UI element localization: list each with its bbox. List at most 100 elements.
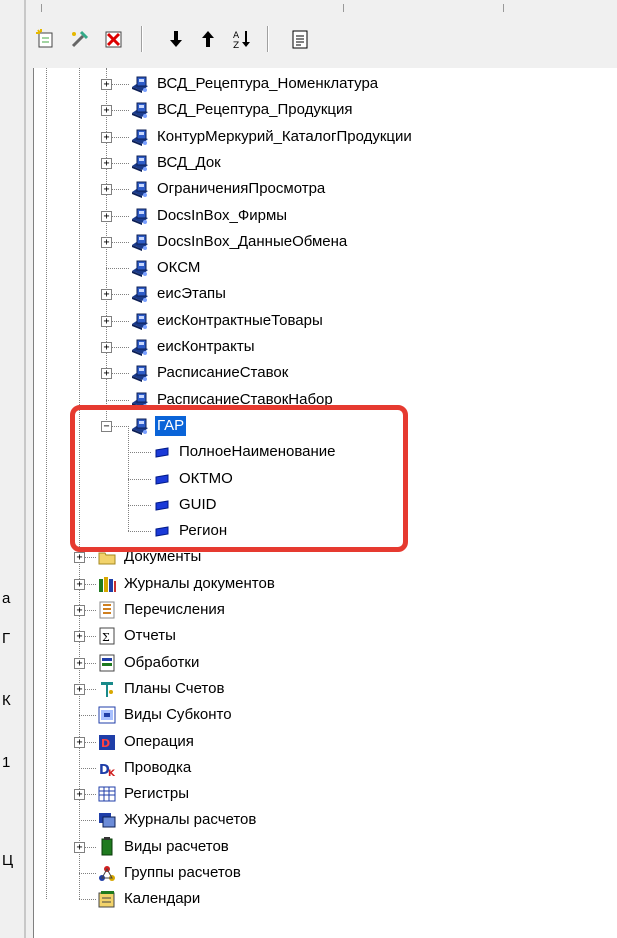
registers-icon (96, 783, 118, 805)
tree-item[interactable]: Виды Субконто (96, 702, 234, 728)
tree-connector-line (128, 452, 151, 454)
tree-item[interactable]: D K Проводка (96, 755, 193, 781)
tree-item-label: еисКонтрактныеТовары (157, 311, 323, 329)
tree-item[interactable]: Документы (96, 544, 203, 570)
stub-char: К (2, 692, 11, 709)
expand-node-button[interactable]: + (74, 789, 85, 801)
expand-node-button[interactable]: + (101, 184, 112, 196)
expand-node-button[interactable]: + (101, 210, 112, 222)
tree-item[interactable]: Регистры (96, 781, 191, 807)
tree-item-label: еисЭтапы (157, 285, 226, 303)
tree-connector-line (106, 268, 129, 270)
delete-button[interactable] (101, 26, 127, 52)
expand-node-button[interactable]: + (74, 736, 85, 748)
calc-journal-icon (96, 809, 118, 831)
metadata-tree[interactable]: + ВСД_Рецептура_Номенклатура + ВСД_Рецептур… (33, 68, 617, 938)
register-icon (129, 283, 151, 305)
window-frame (24, 0, 26, 938)
description-button[interactable] (287, 26, 313, 52)
move-down-icon (170, 31, 182, 47)
tree-item[interactable]: КонтурМеркурий_КаталогПродукции (129, 124, 414, 150)
attribute-icon (151, 520, 173, 542)
tree-connector-line (46, 68, 47, 900)
tree-item[interactable]: ВСД_Рецептура_Продукция (129, 97, 355, 123)
delete-icon (105, 31, 122, 48)
tree-item-label: еисКонтракты (157, 338, 255, 355)
tree-item-label: Группы расчетов (124, 864, 241, 881)
sort-button[interactable]: A Z (229, 26, 255, 52)
new-object-button[interactable] (33, 26, 59, 52)
tree-connector-line (128, 504, 151, 506)
tree-item[interactable]: ВСД_Рецептура_Номенклатура (129, 71, 380, 97)
tree-item-label: Регистры (124, 785, 190, 803)
tree-item[interactable]: ПолноеНаименование (151, 439, 338, 465)
tree-item[interactable]: GUID (151, 492, 219, 518)
processing-icon (96, 652, 118, 674)
tree-item[interactable]: РасписаниеСтавок (129, 360, 290, 386)
expand-node-button[interactable]: + (101, 342, 112, 353)
svg-text:K: K (108, 769, 116, 779)
tree-item[interactable]: Журналы расчетов (96, 807, 258, 833)
register-icon (129, 152, 151, 174)
tree-item-label: Журналы документов (124, 574, 275, 592)
tree-item-label: ВСД_Рецептура_Продукция (157, 101, 353, 119)
tree-item-label: ОКТМО (179, 469, 233, 487)
expand-node-button[interactable]: + (101, 79, 112, 90)
expand-node-button[interactable]: + (74, 657, 85, 669)
tree-item[interactable]: ВСД_Док (129, 150, 223, 176)
tree-item-label: Виды Субконто (124, 706, 232, 724)
tree-item[interactable]: Перечисления (96, 597, 227, 623)
tree-item[interactable]: Регион (151, 518, 229, 544)
tree-item-label: GUID (179, 495, 217, 513)
tree-item[interactable]: еисКонтракты (129, 334, 257, 360)
tree-item[interactable]: ОграниченияПросмотра (129, 176, 327, 202)
tree-item-label: Журналы расчетов (124, 811, 257, 829)
tree-item[interactable]: Группы расчетов (96, 860, 243, 886)
svg-text:Σ: Σ (102, 631, 110, 644)
expand-node-button[interactable]: + (74, 841, 85, 853)
calendar-icon (96, 888, 118, 910)
tree-item[interactable]: еисКонтрактныеТовары (129, 308, 325, 334)
expand-node-button[interactable]: + (74, 683, 85, 695)
expand-node-button[interactable]: + (101, 368, 112, 380)
tree-item[interactable]: ОКТМО (151, 466, 235, 492)
tree-item[interactable]: Журналы документов (96, 571, 277, 597)
tree-item[interactable]: ОКСМ (129, 255, 202, 281)
tree-item[interactable]: DocsInBox_ДанныеОбмена (129, 229, 349, 255)
tree-item[interactable]: Σ Отчеты (96, 623, 178, 649)
move-up-button[interactable] (195, 26, 221, 52)
expand-node-button[interactable]: + (101, 236, 112, 248)
expand-node-button[interactable]: + (74, 552, 85, 564)
tree-item-label: ОграниченияПросмотра (157, 180, 326, 198)
tree-item[interactable]: Планы Счетов (96, 676, 226, 702)
expand-node-button[interactable]: + (74, 631, 85, 643)
expand-node-button[interactable]: + (74, 605, 85, 616)
tree-item-label: Проводка (124, 758, 192, 776)
properties-button[interactable] (67, 26, 93, 52)
tree-item[interactable]: D Операция (96, 729, 196, 755)
tree-item[interactable]: ГАР (129, 413, 187, 439)
expand-node-button[interactable]: + (101, 157, 112, 169)
tree-item[interactable]: Календари (96, 886, 202, 912)
tree-item[interactable]: Виды расчетов (96, 834, 231, 860)
sort-az-icon: A Z (233, 31, 250, 50)
collapse-node-button[interactable]: − (101, 420, 112, 432)
journal-icon (96, 573, 118, 595)
move-down-button[interactable] (163, 26, 189, 52)
tree-item[interactable]: Обработки (96, 650, 201, 676)
folder-icon (96, 546, 118, 568)
tree-item[interactable]: РасписаниеСтавокНабор (129, 387, 335, 413)
register-icon (129, 257, 151, 279)
tree-item[interactable]: еисЭтапы (129, 281, 228, 307)
svg-text:D: D (101, 737, 110, 750)
register-icon (129, 362, 151, 384)
expand-node-button[interactable]: + (74, 578, 85, 590)
expand-node-button[interactable]: + (101, 105, 112, 117)
tree-item-label: Регион (179, 522, 228, 540)
expand-node-button[interactable]: + (101, 131, 112, 143)
tree-item-label: ПолноеНаименование (179, 443, 336, 461)
register-icon (129, 205, 151, 227)
tree-item[interactable]: DocsInBox_Фирмы (129, 203, 289, 229)
expand-node-button[interactable]: + (101, 315, 112, 327)
expand-node-button[interactable]: + (101, 289, 112, 301)
